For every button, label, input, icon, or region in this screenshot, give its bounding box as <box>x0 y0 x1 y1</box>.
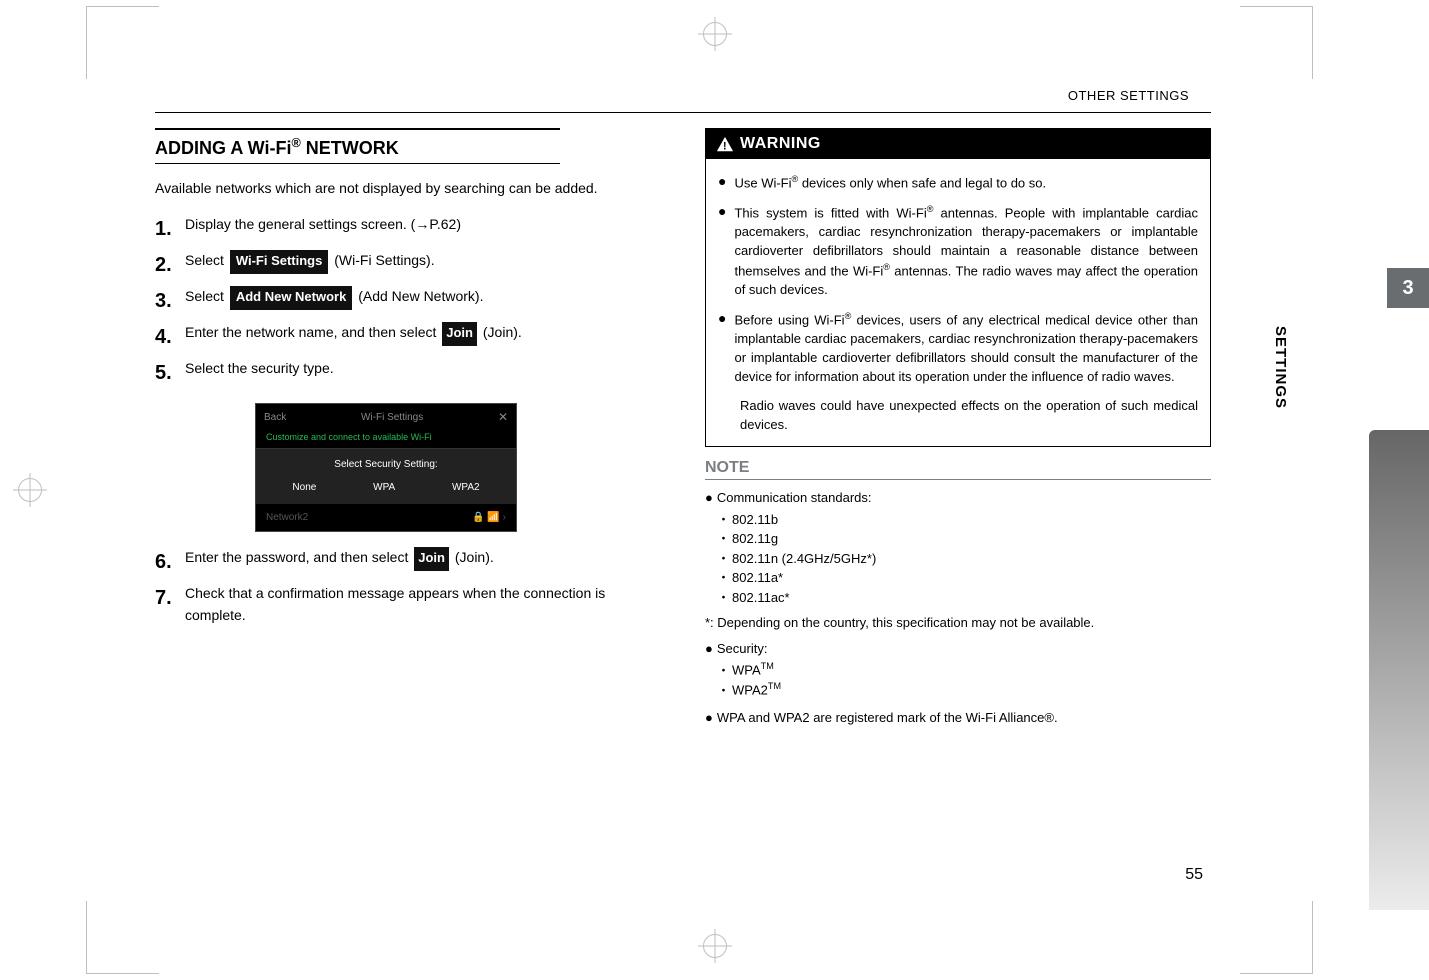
bullet-icon: ● <box>718 203 726 300</box>
note-standard: 802.11n (2.4GHz/5GHz*) <box>717 549 1211 569</box>
warning-item-3-continued: Radio waves could have unexpected effect… <box>740 397 1198 435</box>
registered-symbol: ® <box>883 262 890 272</box>
note-line: Security: <box>717 641 768 656</box>
step-text: (Join). <box>479 324 522 340</box>
step-number: 6. <box>155 546 185 578</box>
trademark-symbol: TM <box>761 661 774 671</box>
step-number: 7. <box>155 582 185 614</box>
step-text: Display the general settings screen. ( <box>185 216 415 232</box>
step-number: 2. <box>155 249 185 281</box>
svg-text:!: ! <box>723 140 727 152</box>
warning-text: devices only when safe and legal to do s… <box>798 175 1046 190</box>
note-standard: 802.11ac* <box>717 588 1211 608</box>
step-7: 7. Check that a confirmation message app… <box>155 582 661 627</box>
security-option-wpa[interactable]: WPA <box>373 482 395 493</box>
close-icon[interactable]: ✕ <box>498 410 508 424</box>
header-rule <box>155 112 1211 113</box>
bullet-icon: ● <box>705 490 713 505</box>
note-line: WPA and WPA2 are registered mark of the … <box>717 710 1058 725</box>
registration-mark <box>18 478 42 502</box>
step-text: Enter the password, and then select <box>185 549 412 565</box>
step-3: 3. Select Add New Network (Add New Netwo… <box>155 285 661 317</box>
security-text: WPA <box>732 663 761 678</box>
warning-icon: ! <box>716 136 734 152</box>
registered-symbol: ® <box>292 136 301 150</box>
security-text: WPA2 <box>732 683 768 698</box>
device-screenshot: Back Wi-Fi Settings ✕ Customize and conn… <box>255 403 517 532</box>
step-6: 6. Enter the password, and then select J… <box>155 546 661 578</box>
right-column: ! WARNING ● Use Wi-Fi® devices only when… <box>705 128 1211 728</box>
warning-text: This system is fitted with Wi-Fi <box>734 206 926 221</box>
note-line: Communication standards: <box>717 490 872 505</box>
network-row-status-icons: 🔒 📶 › <box>472 512 506 523</box>
step-text: (Join). <box>451 549 494 565</box>
warning-text: Use Wi-Fi <box>734 175 791 190</box>
step-text: Enter the network name, and then select <box>185 324 440 340</box>
trademark-symbol: TM <box>768 681 781 691</box>
heading-text: NETWORK <box>301 138 399 158</box>
security-option-none[interactable]: None <box>292 482 316 493</box>
step-5: 5. Select the security type. <box>155 357 661 389</box>
bullet-icon: ● <box>705 710 713 725</box>
crop-mark <box>86 6 159 79</box>
thumb-index-gradient <box>1369 430 1429 910</box>
warning-box: ! WARNING ● Use Wi-Fi® devices only when… <box>705 128 1211 447</box>
bullet-icon: ● <box>718 310 726 387</box>
chapter-side-label: SETTINGS <box>1272 326 1289 409</box>
note-standard: 802.11g <box>717 529 1211 549</box>
registration-mark <box>703 22 727 46</box>
note-heading: NOTE <box>705 459 1211 480</box>
heading-text: ADDING A Wi-Fi <box>155 138 292 158</box>
step-1: 1. Display the general settings screen. … <box>155 213 661 245</box>
page-number: 55 <box>1185 866 1203 884</box>
join-button-label: Join <box>414 547 449 571</box>
join-button-label: Join <box>442 322 477 346</box>
step-text: Select <box>185 288 228 304</box>
crop-mark <box>86 901 159 974</box>
step-number: 4. <box>155 321 185 353</box>
step-text: (Add New Network). <box>354 288 483 304</box>
screen-title: Wi-Fi Settings <box>361 412 423 423</box>
warning-text: Before using Wi-Fi <box>734 312 844 327</box>
back-button[interactable]: Back <box>264 412 286 423</box>
security-option-wpa2[interactable]: WPA2 <box>452 482 480 493</box>
network-row-label[interactable]: Network2 <box>266 512 308 523</box>
warning-item-2: This system is fitted with Wi-Fi® antenn… <box>734 203 1198 300</box>
page-crossref-link[interactable]: →P.62 <box>415 216 456 232</box>
right-gutter: 3 SETTINGS <box>1229 0 1429 980</box>
note-footnote: *: Depending on the country, this specif… <box>705 613 1211 633</box>
step-text: Check that a confirmation message appear… <box>185 582 661 627</box>
bullet-icon: ● <box>705 641 713 656</box>
note-security: WPATM <box>717 660 1211 680</box>
note-body: ● Communication standards: 802.11b 802.11… <box>705 488 1211 727</box>
step-number: 5. <box>155 357 185 389</box>
step-number: 1. <box>155 213 185 245</box>
note-security: WPA2TM <box>717 680 1211 700</box>
step-text: ) <box>456 216 461 232</box>
warning-title: WARNING <box>740 135 821 153</box>
section-heading: ADDING A Wi-Fi® NETWORK <box>155 128 560 164</box>
intro-paragraph: Available networks which are not display… <box>155 178 661 199</box>
step-4: 4. Enter the network name, and then sele… <box>155 321 661 353</box>
warning-item-1: Use Wi-Fi® devices only when safe and le… <box>734 173 1046 193</box>
add-new-network-button-label: Add New Network <box>230 286 353 310</box>
step-text: Select the security type. <box>185 357 661 379</box>
step-text: Select <box>185 252 228 268</box>
warning-item-3: Before using Wi-Fi® devices, users of an… <box>734 310 1198 387</box>
left-column: ADDING A Wi-Fi® NETWORK Available networ… <box>155 128 661 728</box>
note-standard: 802.11b <box>717 510 1211 530</box>
wifi-settings-button-label: Wi-Fi Settings <box>230 250 329 274</box>
step-number: 3. <box>155 285 185 317</box>
bullet-icon: ● <box>718 173 726 193</box>
chapter-thumb-tab: 3 <box>1387 268 1429 308</box>
note-standard: 802.11a* <box>717 568 1211 588</box>
step-2: 2. Select Wi-Fi Settings (Wi-Fi Settings… <box>155 249 661 281</box>
step-text: (Wi-Fi Settings). <box>330 252 434 268</box>
running-header: OTHER SETTINGS <box>1068 88 1189 103</box>
screen-subtitle: Customize and connect to available Wi-Fi <box>256 430 516 448</box>
registration-mark <box>703 934 727 958</box>
select-security-label: Select Security Setting: <box>256 448 516 476</box>
